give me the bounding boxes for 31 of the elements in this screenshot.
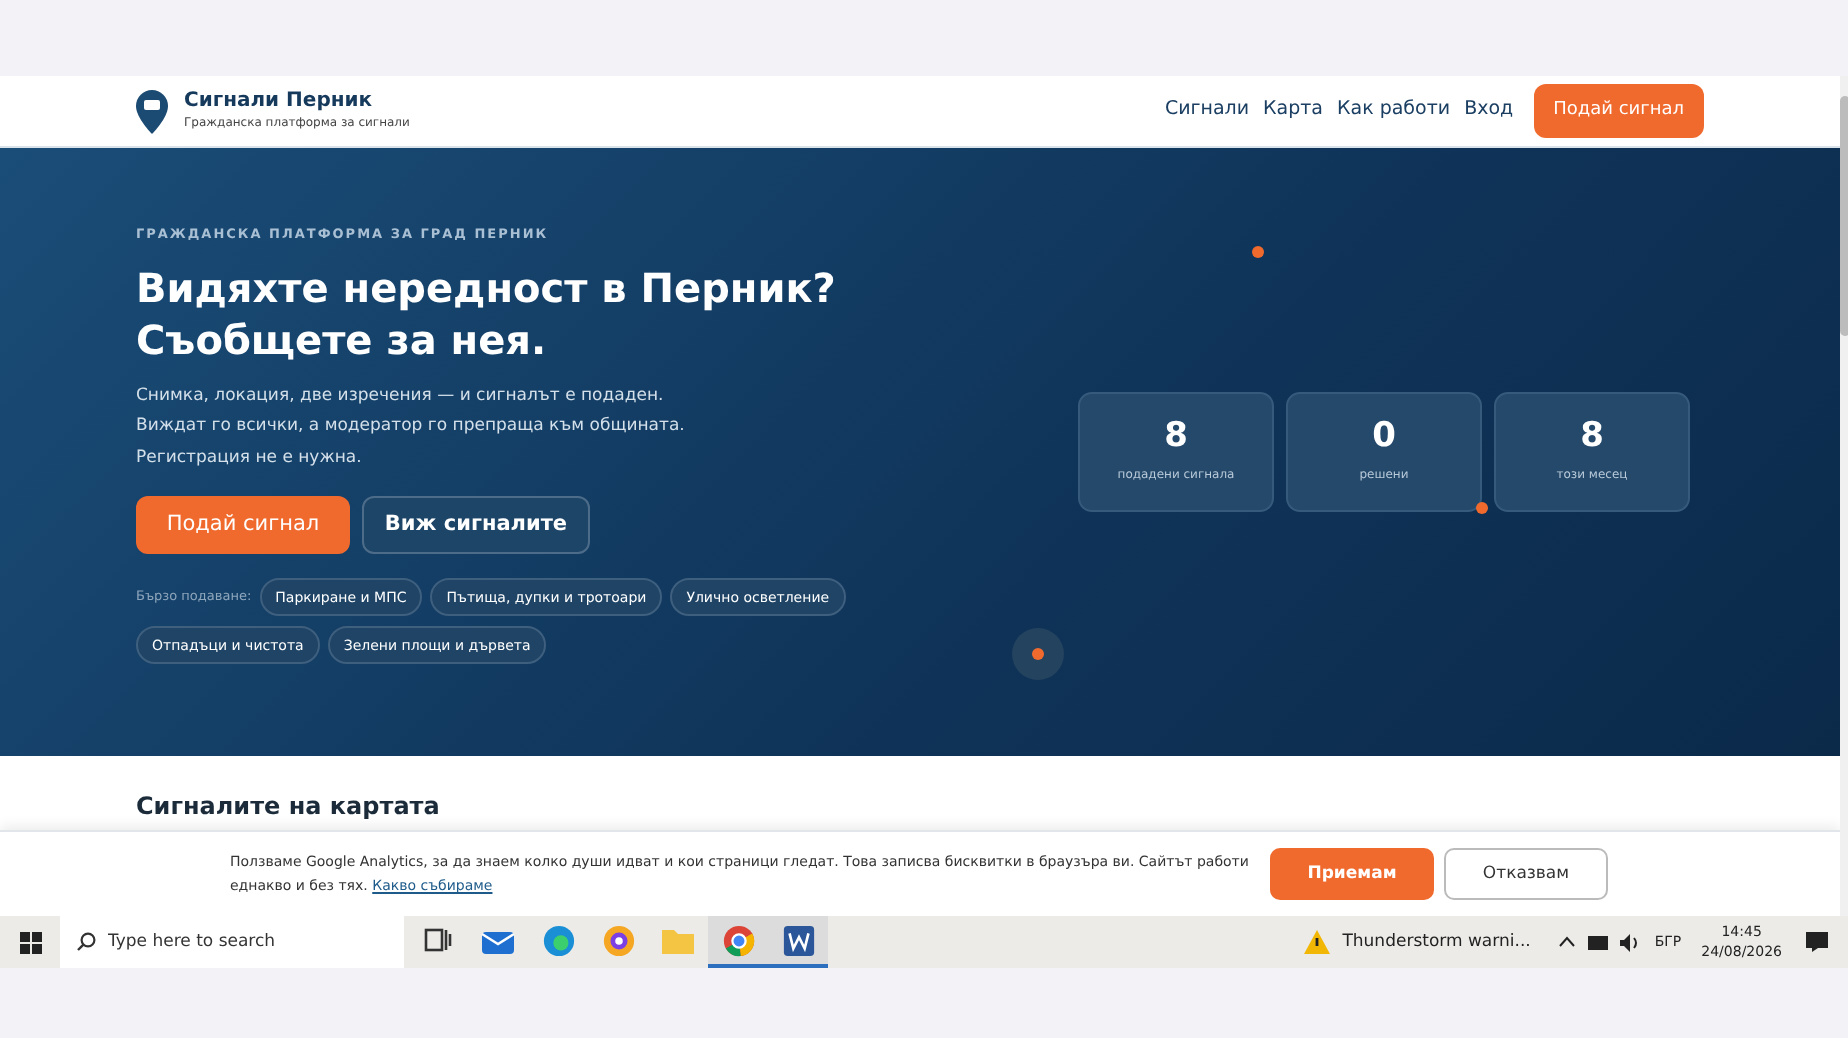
weather-text[interactable]: Thunderstorm warni... <box>1342 929 1531 955</box>
section-title: Сигналите на картата <box>136 790 440 824</box>
task-view-icon <box>424 926 452 954</box>
decline-button[interactable]: Отказвам <box>1444 848 1608 900</box>
nav-link[interactable]: Как работи <box>1337 96 1451 126</box>
search-icon <box>76 932 96 952</box>
folder-icon <box>660 925 696 955</box>
stat-value: 8 <box>1164 420 1188 454</box>
taskbar-app[interactable] <box>768 916 828 968</box>
chrome-icon <box>721 923 755 957</box>
brand-name[interactable]: Сигнали Перник <box>184 92 410 112</box>
taskbar-search-field[interactable]: Type here to search <box>60 916 404 968</box>
nav-link[interactable]: Сигнали <box>1164 96 1250 126</box>
hero-description: Снимка, локация, две изречения — и сигналът е подаден. Виждат го всички, а модератор го препраща към общината. Регистрация не е нужна. <box>136 383 687 472</box>
hero-title: Видяхте нередност в Перник? Съобщете за нея. <box>136 261 838 366</box>
windows-logo-icon[interactable] <box>20 931 42 953</box>
battery-icon[interactable] <box>1588 935 1611 949</box>
stat-value: 0 <box>1372 420 1396 454</box>
chevron-up-icon[interactable] <box>1558 936 1577 948</box>
browser-icon <box>601 923 635 957</box>
search-input[interactable]: Type here to search <box>108 929 388 955</box>
storm-warning-icon <box>1304 930 1331 954</box>
nav-link[interactable]: Вход <box>1464 96 1514 126</box>
speaker-icon[interactable] <box>1620 933 1643 951</box>
view-reports-button[interactable]: Виж сигналите <box>362 496 590 555</box>
edge-icon <box>541 923 575 957</box>
nav-link[interactable]: Карта <box>1263 96 1323 126</box>
notification-icon[interactable] <box>1806 932 1828 952</box>
word-icon <box>781 923 815 957</box>
stat-value: 8 <box>1580 420 1604 454</box>
map-pin-icon <box>136 89 168 133</box>
